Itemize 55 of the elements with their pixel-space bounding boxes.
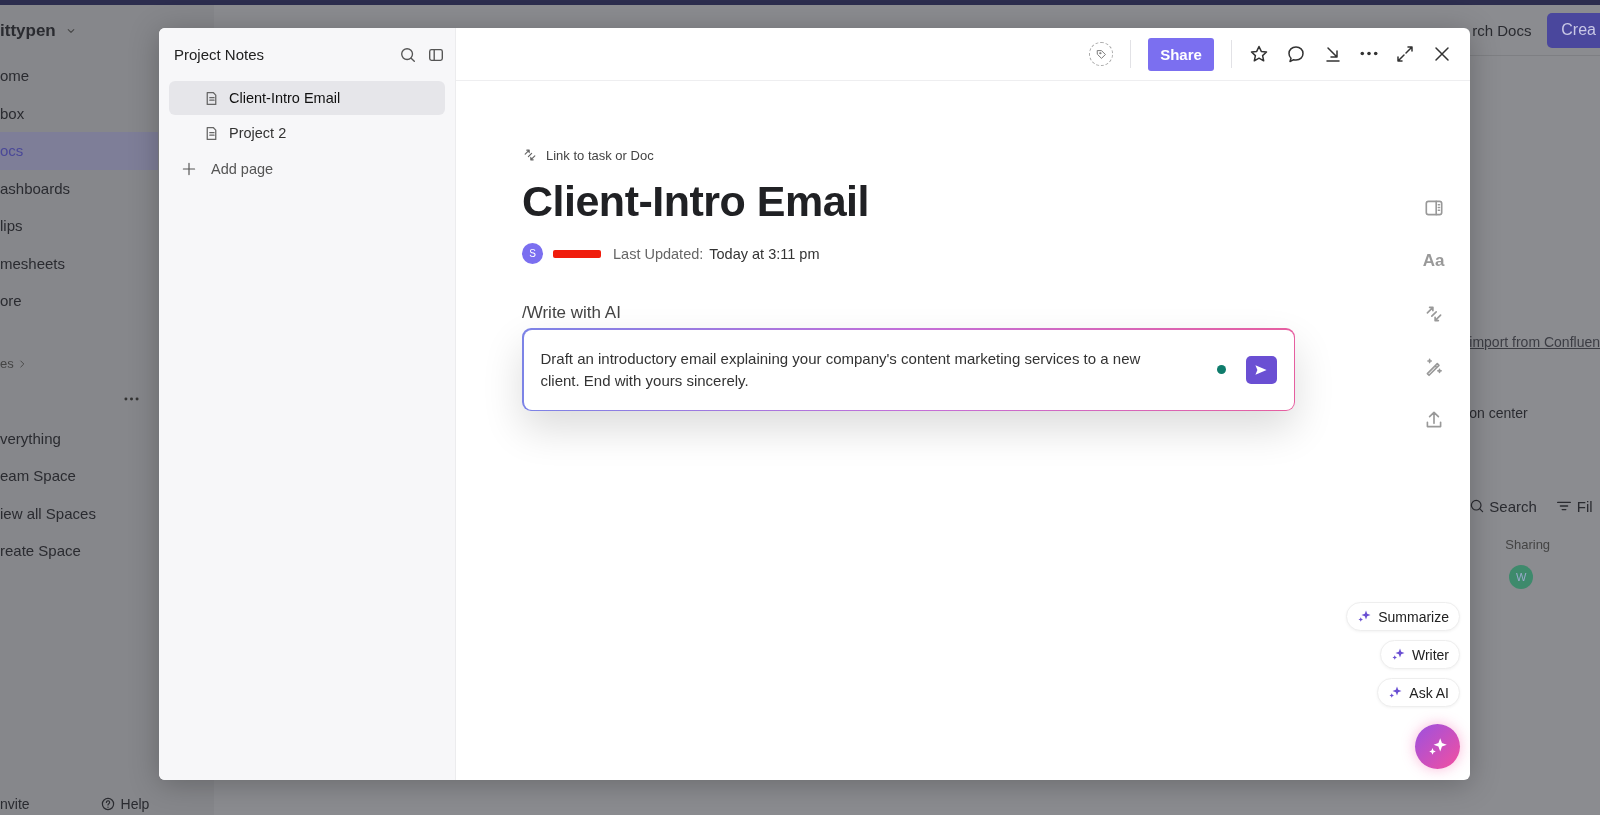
ai-action-button[interactable]: Summarize [1346,602,1460,631]
column-header: Sharing [1505,537,1552,552]
nav-item[interactable]: box [0,94,158,132]
space-item[interactable]: reate Space [0,532,158,570]
help-center-text: on center [1469,405,1529,421]
invite-link[interactable]: nvite [0,796,30,812]
last-updated-label: Last Updated: [613,245,704,262]
add-page-button[interactable]: Add page [169,151,445,187]
help-link[interactable]: Help [99,796,150,812]
author-avatar: S [522,243,543,264]
help-icon [99,796,116,812]
workspace-name[interactable]: ittypen [0,21,56,41]
ai-prompt-field[interactable]: Draft an introductory email explaining your company's content marketing services to a new client. End with yours sincerely. [522,328,1295,411]
ai-action-button[interactable]: Writer [1379,640,1460,669]
more-icon[interactable] [1360,51,1378,57]
section-label[interactable]: es [0,356,14,371]
star-icon [1249,44,1269,64]
sparkle-icon [1390,647,1406,662]
nav-item[interactable]: ore [0,282,158,320]
send-button[interactable] [1245,355,1277,384]
search-docs-button[interactable]: rch Docs [1472,21,1532,39]
status-dot [1216,365,1226,374]
link-task-button[interactable]: Link to task or Doc [522,147,1397,163]
last-updated-time: Today at 3:11 pm [709,245,820,262]
comment-icon [1286,44,1306,64]
slash-command: /Write with AI [522,303,622,323]
plus-icon [181,161,197,177]
share-button[interactable]: Share [1148,37,1214,71]
download-icon [1323,44,1343,64]
search-icon [399,45,417,64]
doc-title: Client-Intro Email [522,176,870,227]
space-item[interactable]: eam Space [0,457,158,495]
space-item[interactable]: verything [0,419,158,457]
search-button[interactable]: Search [1469,497,1537,515]
arrows-icon [522,147,538,163]
create-button[interactable]: Crea [1547,12,1600,48]
ai-button[interactable] [1415,724,1460,769]
close-icon [1432,44,1452,64]
tag-icon [1094,47,1108,61]
user-avatar: W [1509,565,1534,589]
space-item[interactable]: iew all Spaces [0,494,158,532]
font-button[interactable]: Aa [1422,250,1445,272]
page-item[interactable]: Client-Intro Email [169,81,445,115]
filter-button[interactable]: Fil [1554,497,1593,515]
search-icon [1469,498,1486,514]
ai-action-button[interactable]: Ask AI [1377,678,1460,707]
nav-item[interactable]: ashboards [0,169,158,207]
expand-icon [1395,44,1415,64]
nav-item[interactable]: mesheets [0,244,158,282]
nav-item[interactable]: lips [0,207,158,245]
panel-title: Project Notes [174,46,266,63]
page-item[interactable]: Project 2 [169,116,445,150]
nav-item[interactable]: ome [0,57,158,95]
import-link[interactable]: import from Confluen [1469,334,1600,350]
redaction-mark [553,249,601,258]
